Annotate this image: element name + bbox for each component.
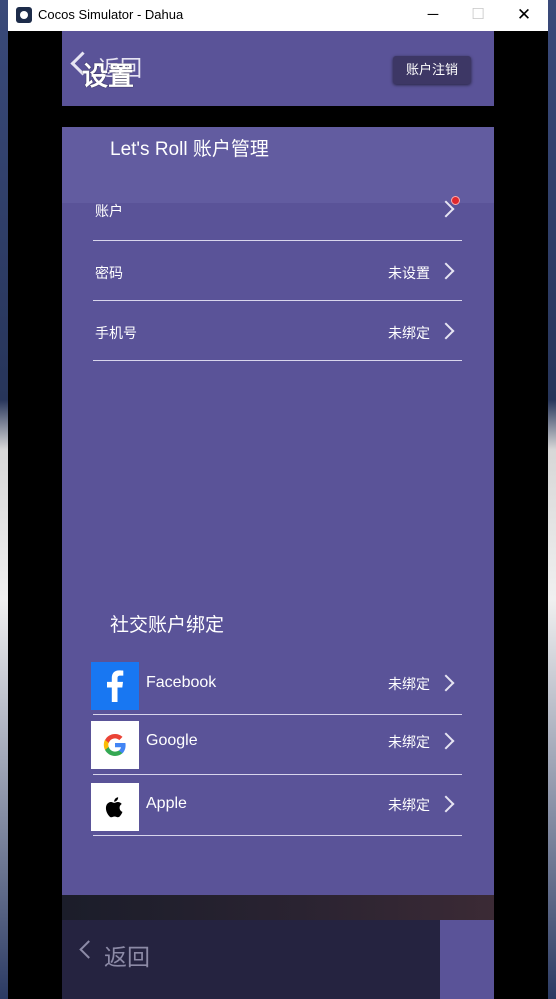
window-title: Cocos Simulator - Dahua xyxy=(38,7,184,22)
maximize-button[interactable]: ☐ xyxy=(463,4,493,26)
row-value: 未绑定 xyxy=(388,325,430,341)
chevron-right-icon xyxy=(437,795,455,813)
facebook-row[interactable]: Facebook 未绑定 xyxy=(91,656,462,715)
desktop-background-left xyxy=(0,0,8,999)
deregister-button[interactable]: 账户注销 xyxy=(393,56,471,84)
phone-row[interactable]: 手机号 未绑定 xyxy=(93,301,462,361)
title-bar[interactable]: Cocos Simulator - Dahua ─ ☐ ✕ xyxy=(8,0,548,31)
game-screen: 返回 设置 账户注销 Let's Roll 账户管理 账户 密码 未设置 手机号… xyxy=(62,31,494,999)
apple-row[interactable]: Apple 未绑定 xyxy=(91,777,462,836)
password-row[interactable]: 密码 未设置 xyxy=(93,241,462,301)
row-label: 手机号 xyxy=(95,325,137,341)
row-value: 未设置 xyxy=(388,265,430,281)
facebook-icon xyxy=(91,662,139,710)
chevron-right-icon xyxy=(437,322,455,340)
account-row[interactable]: 账户 xyxy=(93,181,462,241)
google-row[interactable]: Google 未绑定 xyxy=(91,716,462,775)
settings-panel: Let's Roll 账户管理 账户 密码 未设置 手机号 未绑定 社交账户绑定 xyxy=(62,127,494,895)
chevron-right-icon xyxy=(437,674,455,692)
simulator-window: Cocos Simulator - Dahua ─ ☐ ✕ 返回 设置 账户注销… xyxy=(8,0,548,999)
row-label: 密码 xyxy=(95,265,123,281)
close-button[interactable]: ✕ xyxy=(509,4,539,26)
row-value: 未绑定 xyxy=(388,676,430,692)
page-title: 设置 xyxy=(82,61,135,91)
social-section-title: 社交账户绑定 xyxy=(110,615,225,636)
chevron-right-icon xyxy=(437,732,455,750)
row-value: 未绑定 xyxy=(388,734,430,750)
settings-header: 返回 设置 账户注销 xyxy=(62,31,494,106)
notification-badge xyxy=(451,196,460,205)
row-label: 账户 xyxy=(95,203,123,219)
desktop-background-right xyxy=(548,0,556,999)
apple-icon xyxy=(91,783,139,831)
row-value: 未绑定 xyxy=(388,797,430,813)
footer-back-button[interactable]: 返回 xyxy=(104,938,150,972)
account-section-title: Let's Roll 账户管理 xyxy=(110,139,269,160)
minimize-button[interactable]: ─ xyxy=(418,4,448,26)
google-icon xyxy=(91,721,139,769)
row-label: Facebook xyxy=(146,674,217,691)
footer-accent xyxy=(440,920,494,999)
row-label: Google xyxy=(146,732,198,749)
row-label: Apple xyxy=(146,795,187,812)
chevron-right-icon xyxy=(437,262,455,280)
app-icon xyxy=(16,7,32,23)
